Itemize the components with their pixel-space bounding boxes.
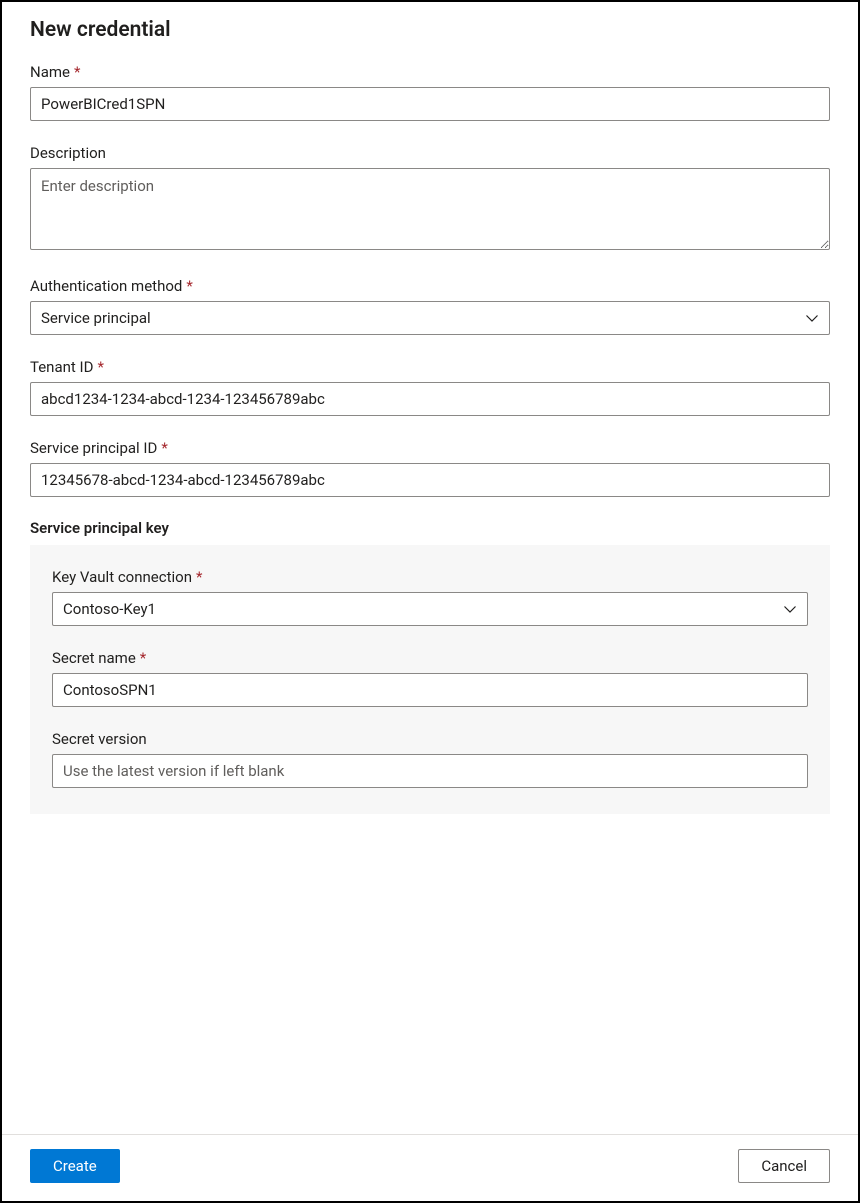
field-spn-id: Service principal ID* <box>30 438 830 497</box>
tenant-id-label: Tenant ID* <box>30 358 104 376</box>
auth-method-label: Authentication method* <box>30 277 193 295</box>
spn-id-label-text: Service principal ID <box>30 439 157 457</box>
required-mark: * <box>186 277 192 295</box>
auth-method-value: Service principal <box>41 309 151 327</box>
name-label: Name* <box>30 63 80 81</box>
tenant-id-input[interactable] <box>30 382 830 416</box>
required-mark: * <box>196 568 202 586</box>
spn-id-label: Service principal ID* <box>30 439 168 457</box>
field-name: Name* <box>30 62 830 121</box>
secret-name-label: Secret name* <box>52 649 146 667</box>
field-description: Description <box>30 143 830 254</box>
name-label-text: Name <box>30 63 70 81</box>
field-kv-connection: Key Vault connection* Contoso-Key1 <box>52 567 808 626</box>
secret-version-input[interactable] <box>52 754 808 788</box>
auth-method-label-text: Authentication method <box>30 277 182 295</box>
chevron-down-icon <box>783 602 797 616</box>
kv-connection-value: Contoso-Key1 <box>63 600 156 618</box>
required-mark: * <box>161 439 167 457</box>
field-tenant-id: Tenant ID* <box>30 357 830 416</box>
field-secret-name: Secret name* <box>52 648 808 707</box>
spn-key-group: Key Vault connection* Contoso-Key1 Secre… <box>30 545 830 814</box>
required-mark: * <box>140 649 146 667</box>
cancel-button[interactable]: Cancel <box>738 1149 830 1183</box>
secret-name-label-text: Secret name <box>52 649 136 667</box>
pane-title: New credential <box>30 18 830 42</box>
required-mark: * <box>97 358 103 376</box>
field-auth-method: Authentication method* Service principal <box>30 276 830 335</box>
required-mark: * <box>74 63 80 81</box>
pane-footer: Create Cancel <box>2 1134 858 1201</box>
field-secret-version: Secret version <box>52 729 808 788</box>
kv-connection-label: Key Vault connection* <box>52 568 202 586</box>
secret-version-label: Secret version <box>52 730 147 748</box>
new-credential-pane: New credential Name* Description Authent… <box>2 2 858 1134</box>
chevron-down-icon <box>805 311 819 325</box>
description-textarea[interactable] <box>30 168 830 250</box>
auth-method-select[interactable]: Service principal <box>30 301 830 335</box>
kv-connection-select[interactable]: Contoso-Key1 <box>52 592 808 626</box>
secret-name-input[interactable] <box>52 673 808 707</box>
tenant-id-label-text: Tenant ID <box>30 358 93 376</box>
spn-id-input[interactable] <box>30 463 830 497</box>
spn-key-group-label: Service principal key <box>30 519 830 537</box>
name-input[interactable] <box>30 87 830 121</box>
create-button[interactable]: Create <box>30 1149 120 1183</box>
description-label: Description <box>30 144 106 162</box>
kv-connection-label-text: Key Vault connection <box>52 568 192 586</box>
